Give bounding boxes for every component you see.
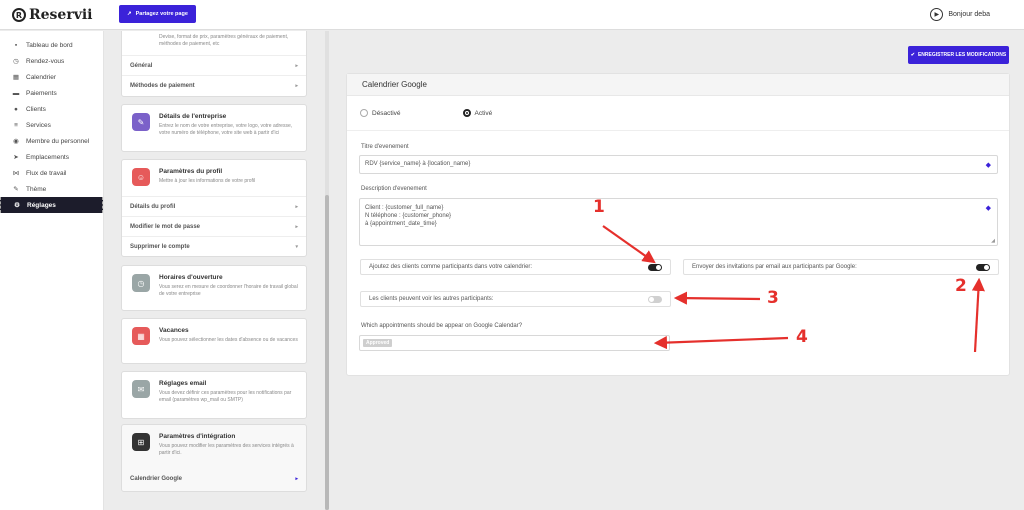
annotation-overlay bbox=[602, 225, 985, 353]
annotation-arrow-1 bbox=[602, 225, 656, 264]
annotation-number-2: 2 bbox=[955, 276, 967, 296]
annotation-number-1: 1 bbox=[593, 197, 605, 217]
annotation-number-4: 4 bbox=[796, 327, 808, 347]
annotation-arrow-4 bbox=[653, 335, 789, 350]
annotation-arrow-3 bbox=[673, 291, 761, 305]
annotation-number-3: 3 bbox=[767, 288, 779, 308]
annotation-arrow-2 bbox=[971, 277, 985, 353]
